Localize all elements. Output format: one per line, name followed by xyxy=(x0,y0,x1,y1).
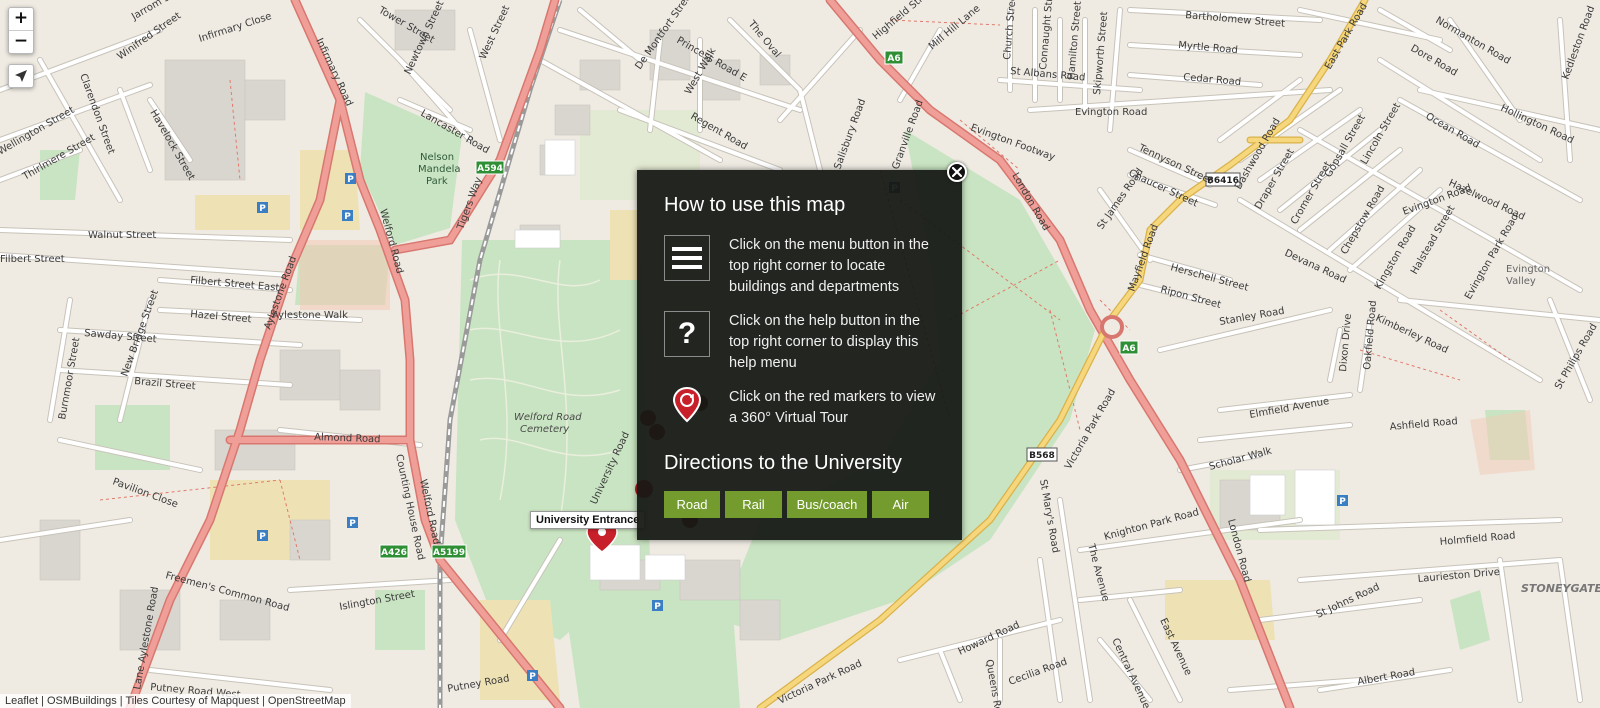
directions-title: Directions to the University xyxy=(664,452,902,474)
locate-arrow-icon xyxy=(15,70,27,82)
help-icon: ? xyxy=(664,311,710,357)
road-badge-a6: A6 xyxy=(887,54,900,64)
svg-text:Aylestone Walk: Aylestone Walk xyxy=(272,310,348,321)
svg-text:Evington: Evington xyxy=(1506,264,1550,275)
svg-text:Welford Road: Welford Road xyxy=(514,412,582,423)
svg-text:Cemetery: Cemetery xyxy=(520,424,570,435)
road-badge-a5199: A5199 xyxy=(433,548,465,558)
svg-text:Nelson: Nelson xyxy=(420,152,454,163)
svg-text:P: P xyxy=(529,672,536,682)
zoom-control: + − xyxy=(8,7,34,54)
road-badge-a426: A426 xyxy=(381,548,407,558)
svg-text:Evington Road: Evington Road xyxy=(1075,107,1147,118)
zoom-out-button[interactable]: − xyxy=(9,30,33,53)
svg-text:Filbert Street: Filbert Street xyxy=(0,254,65,265)
road-badge-b568: B568 xyxy=(1029,451,1055,461)
close-icon xyxy=(952,167,962,177)
air-directions-button[interactable]: Air xyxy=(872,491,929,518)
svg-text:P: P xyxy=(654,602,661,612)
svg-text:Park: Park xyxy=(426,176,448,187)
svg-text:P: P xyxy=(347,175,354,185)
help-panel-title: How to use this map xyxy=(664,194,846,216)
directions-buttons: Road Rail Bus/coach Air xyxy=(664,491,938,518)
bus-coach-directions-button[interactable]: Bus/coach xyxy=(787,491,867,518)
svg-text:P: P xyxy=(349,519,356,529)
help-item-marker: Click on the red markers to view a 360° … xyxy=(664,387,938,429)
marker-icon xyxy=(664,387,710,427)
locate-button[interactable] xyxy=(8,64,34,88)
help-item-menu: Click on the menu button in the top righ… xyxy=(664,235,938,298)
help-item-text: Click on the red markers to view a 360° … xyxy=(729,389,936,426)
map-attribution: Leaflet | OSMBuildings | Tiles Courtesy … xyxy=(0,694,351,708)
help-item-text: Click on the menu button in the top righ… xyxy=(729,237,929,295)
svg-text:STONEYGATE: STONEYGATE xyxy=(1521,582,1600,595)
menu-icon xyxy=(664,235,710,281)
roundabout xyxy=(1100,315,1124,339)
svg-text:Almond Road: Almond Road xyxy=(314,432,381,445)
svg-text:Mandela: Mandela xyxy=(418,164,461,175)
help-item-text: Click on the help button in the top righ… xyxy=(729,313,921,371)
road-badge-a594: A594 xyxy=(477,164,503,174)
help-item-help: ? Click on the help button in the top ri… xyxy=(664,311,938,374)
svg-text:P: P xyxy=(259,204,266,214)
road-badge-a6-south: A6 xyxy=(1122,344,1135,354)
svg-text:Valley: Valley xyxy=(1506,276,1536,287)
university-entrance-label: University Entrance xyxy=(530,511,646,529)
svg-text:Walnut Street: Walnut Street xyxy=(88,230,156,241)
road-directions-button[interactable]: Road xyxy=(664,491,720,518)
rail-directions-button[interactable]: Rail xyxy=(725,491,782,518)
close-help-button[interactable] xyxy=(947,162,967,182)
svg-text:P: P xyxy=(344,212,351,222)
svg-text:P: P xyxy=(259,532,266,542)
zoom-in-button[interactable]: + xyxy=(9,8,33,30)
svg-text:P: P xyxy=(1339,497,1346,507)
help-panel: How to use this map Click on the menu bu… xyxy=(637,170,962,540)
